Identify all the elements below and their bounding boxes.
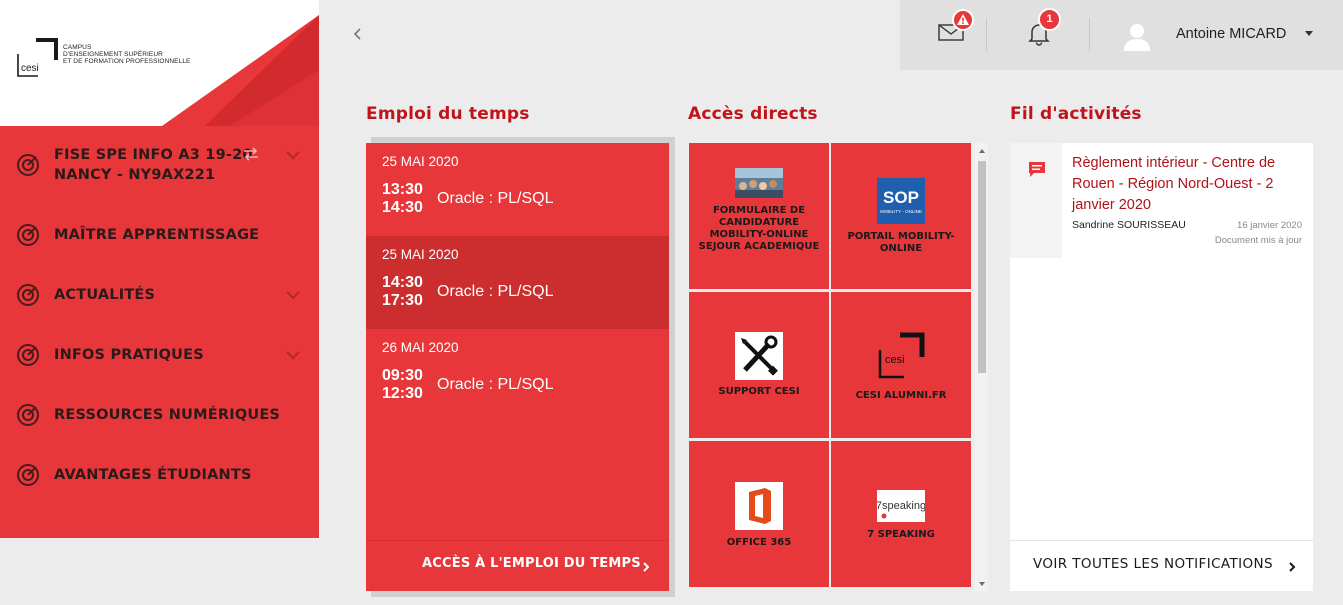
event-end-time: 14:30	[382, 199, 423, 216]
activity-author: Sandrine SOURISSEAU	[1072, 219, 1186, 231]
tile-support-cesi[interactable]: SUPPORT CESI	[689, 292, 829, 438]
tile-label: PORTAIL MOBILITY-ONLINE	[847, 231, 955, 254]
tile-cesi-alumni[interactable]: cesi CESI ALUMNI.FR	[831, 292, 971, 438]
divider	[986, 18, 987, 51]
switch-icon[interactable]	[242, 147, 260, 161]
activity-item[interactable]: Règlement intérieur - Centre de Rouen - …	[1010, 143, 1313, 258]
chevron-left-icon[interactable]	[350, 26, 364, 42]
chevron-right-icon	[643, 562, 650, 572]
event-start-time: 09:30	[382, 367, 423, 384]
caret-down-icon[interactable]	[1305, 31, 1313, 36]
sidebar-item-actualites[interactable]: ACTUALITÉS	[0, 275, 319, 315]
user-name[interactable]: Antoine MICARD	[1176, 26, 1286, 42]
activity-footer-link[interactable]: VOIR TOUTES LES NOTIFICATIONS	[1010, 540, 1313, 591]
logo-tagline: CAMPUS D'ENSEIGNEMENT SUPÉRIEUR ET DE FO…	[63, 44, 191, 65]
7speaking-logo-icon: 7speaking	[877, 490, 925, 522]
schedule-event[interactable]: 25 MAI 2020 14:30 17:30 Oracle : PL/SQL	[366, 236, 669, 329]
chevron-down-icon[interactable]	[286, 150, 300, 160]
sidebar-item-label: FISE SPE INFO A3 19-20 NANCY - NY9AX221	[54, 147, 253, 183]
svg-text:MOBILITY - ONLINE: MOBILITY - ONLINE	[880, 209, 922, 214]
comment-icon	[1029, 162, 1045, 177]
sidebar-item-infos-pratiques[interactable]: INFOS PRATIQUES	[0, 335, 319, 375]
cesi-logo: cesi	[17, 38, 58, 77]
tile-label: CESI ALUMNI.FR	[855, 390, 947, 401]
schedule-link-label: ACCÈS À L'EMPLOI DU TEMPS	[422, 556, 641, 571]
sidebar-item-label: ACTUALITÉS	[54, 287, 156, 303]
sidebar-nav: FISE SPE INFO A3 19-20 NANCY - NY9AX221 …	[0, 126, 319, 538]
svg-text:cesi: cesi	[885, 354, 905, 366]
chevron-down-icon[interactable]	[286, 350, 300, 360]
office-icon	[735, 482, 783, 530]
sidebar-item-ressources-numeriques[interactable]: RESSOURCES NUMÉRIQUES	[0, 395, 319, 435]
sop-logo-icon: SOP MOBILITY - ONLINE	[877, 178, 925, 224]
sidebar-item-avantages-etudiants[interactable]: AVANTAGES ÉTUDIANTS	[0, 455, 319, 495]
activity-date: 16 janvier 2020	[1237, 220, 1302, 231]
tile-office-365[interactable]: OFFICE 365	[689, 441, 829, 587]
event-end-time: 17:30	[382, 292, 423, 309]
target-icon	[17, 344, 39, 366]
schedule-event[interactable]: 25 MAI 2020 13:30 14:30 Oracle : PL/SQL	[366, 143, 669, 236]
schedule-panel: 25 MAI 2020 13:30 14:30 Oracle : PL/SQL …	[366, 143, 669, 591]
event-start-time: 13:30	[382, 181, 423, 198]
activity-panel: Règlement intérieur - Centre de Rouen - …	[1010, 143, 1313, 591]
target-icon	[17, 154, 39, 176]
sidebar-item-label: INFOS PRATIQUES	[54, 347, 204, 363]
cesi-logo-icon: cesi	[878, 332, 925, 379]
activity-icon-area	[1010, 143, 1062, 258]
tools-icon	[735, 332, 783, 380]
logo-area: cesi CAMPUS D'ENSEIGNEMENT SUPÉRIEUR ET …	[0, 0, 319, 126]
event-date: 25 MAI 2020	[382, 247, 459, 262]
target-icon	[17, 404, 39, 426]
schedule-footer-link[interactable]: ACCÈS À L'EMPLOI DU TEMPS	[366, 540, 669, 591]
scroll-down-arrow-icon[interactable]	[978, 581, 986, 587]
target-icon	[17, 284, 39, 306]
event-course: Oracle : PL/SQL	[437, 190, 554, 207]
quick-access-title: Accès directs	[688, 104, 818, 124]
avatar[interactable]	[1122, 21, 1152, 51]
event-course: Oracle : PL/SQL	[437, 376, 554, 393]
warning-icon	[957, 14, 969, 25]
event-course: Oracle : PL/SQL	[437, 283, 554, 300]
tile-7speaking[interactable]: 7speaking 7 SPEAKING	[831, 441, 971, 587]
sidebar-item-programme[interactable]: FISE SPE INFO A3 19-20 NANCY - NY9AX221	[0, 144, 319, 186]
tile-mobility-form[interactable]: FORMULAIRE DE CANDIDATURE MOBILITY-ONLIN…	[689, 143, 829, 289]
target-icon	[17, 224, 39, 246]
activity-title: Fil d'activités	[1010, 104, 1142, 124]
svg-text:cesi: cesi	[21, 63, 39, 74]
divider	[1089, 18, 1090, 51]
target-icon	[17, 464, 39, 486]
crowd-photo-icon	[735, 168, 783, 198]
tile-label: 7 SPEAKING	[867, 529, 935, 540]
chevron-right-icon	[1289, 562, 1296, 572]
mail-badge	[952, 9, 974, 31]
event-end-time: 12:30	[382, 385, 423, 402]
schedule-title: Emploi du temps	[366, 104, 530, 124]
event-date: 26 MAI 2020	[382, 340, 459, 355]
sidebar-item-label: RESSOURCES NUMÉRIQUES	[54, 407, 281, 423]
event-start-time: 14:30	[382, 274, 423, 291]
tile-label: SUPPORT CESI	[718, 386, 800, 397]
activity-title-link[interactable]: Règlement intérieur - Centre de Rouen - …	[1072, 153, 1304, 216]
sidebar: cesi CAMPUS D'ENSEIGNEMENT SUPÉRIEUR ET …	[0, 0, 319, 605]
chevron-down-icon[interactable]	[286, 290, 300, 300]
sidebar-item-label: MAÎTRE APPRENTISSAGE	[54, 227, 260, 243]
tile-label: FORMULAIRE DE CANDIDATURE MOBILITY-ONLIN…	[698, 205, 820, 252]
scrollbar-thumb[interactable]	[978, 161, 986, 373]
svg-text:7speaking: 7speaking	[877, 500, 925, 512]
schedule-event[interactable]: 26 MAI 2020 09:30 12:30 Oracle : PL/SQL	[366, 329, 669, 422]
quick-access-scrollbar[interactable]	[975, 143, 988, 591]
quick-access-grid: FORMULAIRE DE CANDIDATURE MOBILITY-ONLIN…	[689, 143, 973, 591]
activity-link-label: VOIR TOUTES LES NOTIFICATIONS	[1033, 556, 1274, 572]
svg-text:SOP: SOP	[883, 188, 919, 207]
activity-status: Document mis à jour	[1214, 235, 1302, 246]
scroll-up-arrow-icon[interactable]	[978, 148, 986, 154]
event-date: 25 MAI 2020	[382, 154, 459, 169]
tile-mobility-portal[interactable]: SOP MOBILITY - ONLINE PORTAIL MOBILITY-O…	[831, 143, 971, 289]
sidebar-item-maitre-apprentissage[interactable]: MAÎTRE APPRENTISSAGE	[0, 215, 319, 255]
notification-count-badge: 1	[1038, 8, 1061, 31]
sidebar-item-label: AVANTAGES ÉTUDIANTS	[54, 467, 252, 483]
tile-label: OFFICE 365	[726, 537, 792, 548]
